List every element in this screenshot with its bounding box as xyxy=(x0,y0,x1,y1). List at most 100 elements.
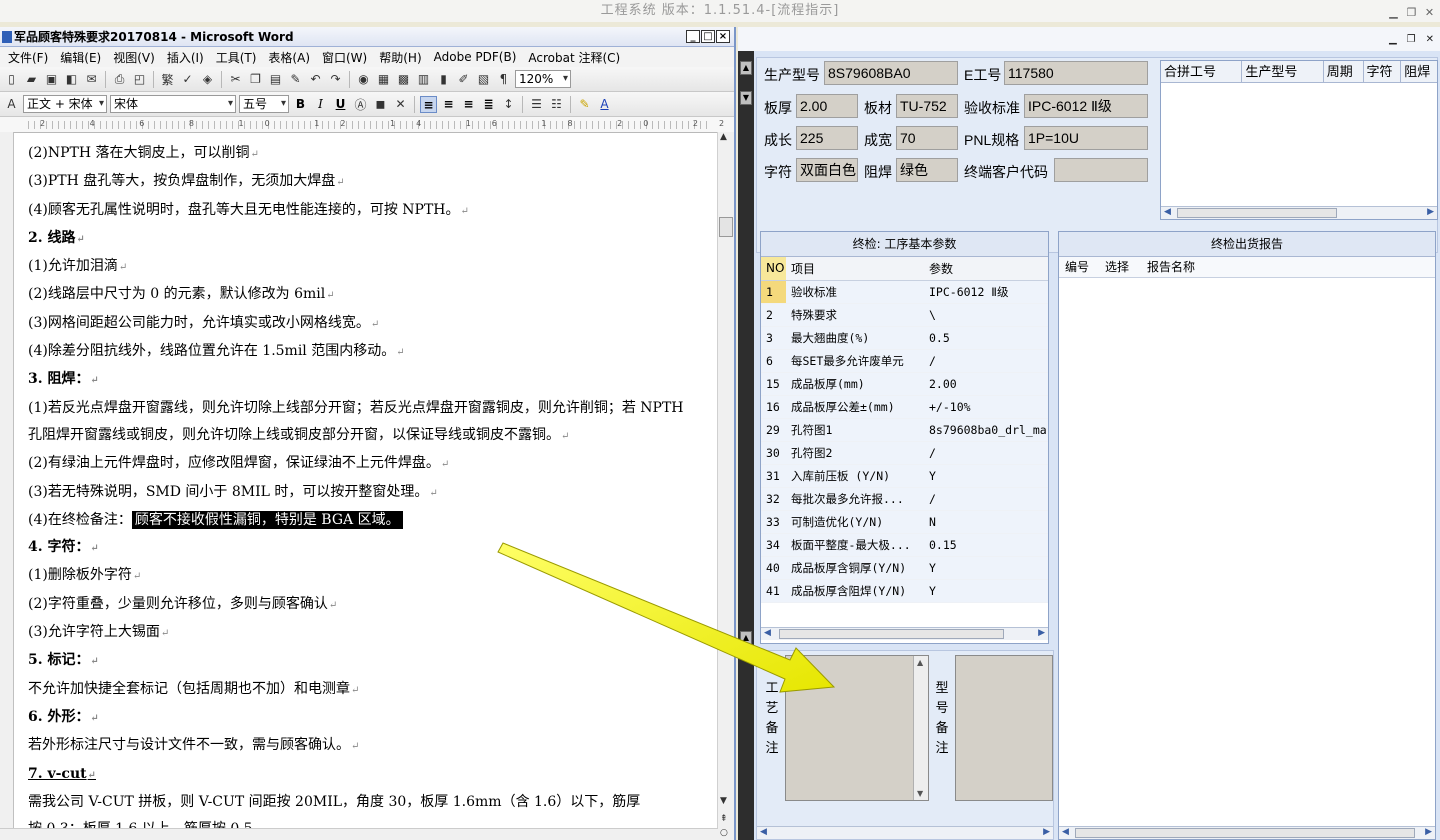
inner-restore-icon[interactable]: ❐ xyxy=(1407,34,1416,45)
params-row[interactable]: 31 入库前压板 (Y/N) Y xyxy=(761,464,1048,488)
report-col-name[interactable]: 报告名称 xyxy=(1141,257,1261,277)
char-shading-icon[interactable]: ◼ xyxy=(372,96,389,113)
scroll-left-icon[interactable]: ◀ xyxy=(764,628,771,638)
report-col-id[interactable]: 编号 xyxy=(1059,257,1099,277)
new-doc-icon[interactable]: ▯ xyxy=(3,71,20,88)
prev-page-icon[interactable]: ⇞ xyxy=(720,814,728,824)
bullets-icon[interactable]: ☷ xyxy=(548,96,565,113)
merge-col-char[interactable]: 字符 xyxy=(1364,61,1402,82)
merge-job-grid[interactable]: 合拼工号 生产型号 周期 字符 阻焊 ◀ ▶ xyxy=(1160,60,1438,220)
research-icon[interactable]: ◈ xyxy=(199,71,216,88)
params-row[interactable]: 1 验收标准 IPC-6012 Ⅱ级 xyxy=(761,280,1048,304)
char-scale-icon[interactable]: ✕ xyxy=(392,96,409,113)
format-painter-icon[interactable]: ✎ xyxy=(287,71,304,88)
horizontal-ruler[interactable]: 2 4 6 8 10 12 14 16 18 20 22 24 26 28 30… xyxy=(0,117,734,133)
params-row[interactable]: 29 孔符图1 8s79608ba0_drl_ma xyxy=(761,418,1048,442)
char-border-icon[interactable]: Ⓐ xyxy=(352,96,369,113)
pnl-field[interactable]: 1P=10U xyxy=(1024,126,1148,150)
merge-scroll-thumb[interactable] xyxy=(1177,208,1337,218)
numbering-icon[interactable]: ☰ xyxy=(528,96,545,113)
line-spacing-icon[interactable]: ↕ xyxy=(500,96,517,113)
report-scroll-thumb[interactable] xyxy=(1075,828,1415,838)
permission-icon[interactable]: ◧ xyxy=(63,71,80,88)
menu-table[interactable]: 表格(A) xyxy=(266,49,320,66)
params-row[interactable]: 15 成品板厚(mm) 2.00 xyxy=(761,372,1048,396)
left-scroll-strip[interactable]: ▲ ▼ ▲ xyxy=(738,51,754,840)
params-row[interactable]: 2 特殊要求 \ xyxy=(761,303,1048,327)
scroll-thumb[interactable] xyxy=(719,217,733,237)
word-minimize-icon[interactable]: _ xyxy=(686,30,700,43)
distributed-button[interactable]: ≣ xyxy=(480,96,497,113)
process-notes-box[interactable]: ▲ ▼ xyxy=(785,655,929,801)
menu-acrobat-comment[interactable]: Acrobat 注释(C) xyxy=(526,49,630,66)
font-select[interactable]: 宋体 xyxy=(110,95,236,113)
params-hscrollbar[interactable]: ◀ ▶ xyxy=(761,627,1048,640)
word-restore-icon[interactable]: □ xyxy=(701,30,715,43)
menu-file[interactable]: 文件(F) xyxy=(6,49,58,66)
params-table[interactable]: NO 项目 参数 1 验收标准 IPC-6012 Ⅱ级 2 特殊要求 \ 3 最大翘曲度(%)… xyxy=(761,257,1048,603)
scroll-up-icon[interactable]: ▲ xyxy=(720,132,727,142)
mask-field[interactable]: 绿色 xyxy=(896,158,958,182)
font-size-select[interactable]: 五号 xyxy=(239,95,289,113)
word-horizontal-scrollbar[interactable] xyxy=(0,828,718,840)
params-row[interactable]: 3 最大翘曲度(%) 0.5 xyxy=(761,326,1048,350)
bold-button[interactable]: B xyxy=(292,96,309,113)
save-icon[interactable]: ▣ xyxy=(43,71,60,88)
highlight-icon[interactable]: ✎ xyxy=(576,96,593,113)
e-job-field[interactable]: 117580 xyxy=(1004,61,1148,85)
prod-model-field[interactable]: 8S79608BA0 xyxy=(824,61,958,85)
paste-icon[interactable]: ▤ xyxy=(267,71,284,88)
merge-col-mask[interactable]: 阻焊 xyxy=(1401,61,1437,82)
inner-close-icon[interactable]: ✕ xyxy=(1426,34,1434,45)
char-field[interactable]: 双面白色 xyxy=(796,158,858,182)
length-field[interactable]: 225 xyxy=(796,126,858,150)
document-body[interactable]: (2)NPTH 落在大铜皮上，可以削铜↵ (3)PTH 盘孔等大，按负焊盘制作，… xyxy=(28,140,700,840)
insert-table-icon[interactable]: ▩ xyxy=(395,71,412,88)
zoom-select[interactable]: 120% xyxy=(515,70,571,88)
close-icon[interactable]: ✕ xyxy=(1424,2,1436,24)
params-row[interactable]: 6 每SET最多允许废单元 / xyxy=(761,349,1048,373)
scroll-left-icon[interactable]: ◀ xyxy=(760,827,767,837)
undo-icon[interactable]: ↶ xyxy=(307,71,324,88)
tables-borders-icon[interactable]: ▦ xyxy=(375,71,392,88)
params-row[interactable]: 30 孔符图2/ xyxy=(761,441,1048,465)
thickness-field[interactable]: 2.00 xyxy=(796,94,858,118)
scroll-up-icon[interactable]: ▲ xyxy=(917,658,923,667)
italic-button[interactable]: I xyxy=(312,96,329,113)
report-col-select[interactable]: 选择 xyxy=(1099,257,1141,277)
cut-icon[interactable]: ✂ xyxy=(227,71,244,88)
print-preview-icon[interactable]: ◰ xyxy=(131,71,148,88)
convert-icon[interactable]: 繁 xyxy=(159,71,176,88)
hyperlink-icon[interactable]: ◉ xyxy=(355,71,372,88)
inner-minimize-icon[interactable]: ▁ xyxy=(1389,34,1397,45)
strip-down-icon[interactable]: ▼ xyxy=(740,91,752,105)
model-notes-box[interactable] xyxy=(955,655,1053,801)
scroll-right-icon[interactable]: ▶ xyxy=(1043,827,1050,837)
minimize-icon[interactable]: ▁ xyxy=(1388,2,1400,24)
style-select[interactable]: 正文 + 宋体 xyxy=(23,95,107,113)
width-field[interactable]: 70 xyxy=(896,126,958,150)
scroll-down-icon[interactable]: ▼ xyxy=(917,789,923,798)
scroll-right-icon[interactable]: ▶ xyxy=(1427,207,1434,217)
merge-col-job[interactable]: 合拼工号 xyxy=(1161,61,1243,82)
font-color-icon[interactable]: A xyxy=(596,96,613,113)
merge-col-period[interactable]: 周期 xyxy=(1324,61,1364,82)
drawing-icon[interactable]: ✐ xyxy=(455,71,472,88)
menu-edit[interactable]: 编辑(E) xyxy=(58,49,111,66)
col-value[interactable]: 参数 xyxy=(924,257,1048,281)
params-scroll-thumb[interactable] xyxy=(779,629,1004,639)
col-no[interactable]: NO xyxy=(761,257,786,281)
show-hide-icon[interactable]: ¶ xyxy=(495,71,512,88)
word-close-icon[interactable]: × xyxy=(716,30,730,43)
print-icon[interactable]: ⎙ xyxy=(111,71,128,88)
merge-col-model[interactable]: 生产型号 xyxy=(1242,61,1324,82)
scroll-right-icon[interactable]: ▶ xyxy=(1425,827,1432,837)
align-right-button[interactable]: ≡ xyxy=(460,96,477,113)
menu-window[interactable]: 窗口(W) xyxy=(320,49,377,66)
email-icon[interactable]: ✉ xyxy=(83,71,100,88)
strip-up-icon[interactable]: ▲ xyxy=(740,61,752,75)
menu-view[interactable]: 视图(V) xyxy=(111,49,165,66)
scroll-right-icon[interactable]: ▶ xyxy=(1038,628,1045,638)
menu-adobe-pdf[interactable]: Adobe PDF(B) xyxy=(432,50,527,64)
menu-insert[interactable]: 插入(I) xyxy=(165,49,214,66)
